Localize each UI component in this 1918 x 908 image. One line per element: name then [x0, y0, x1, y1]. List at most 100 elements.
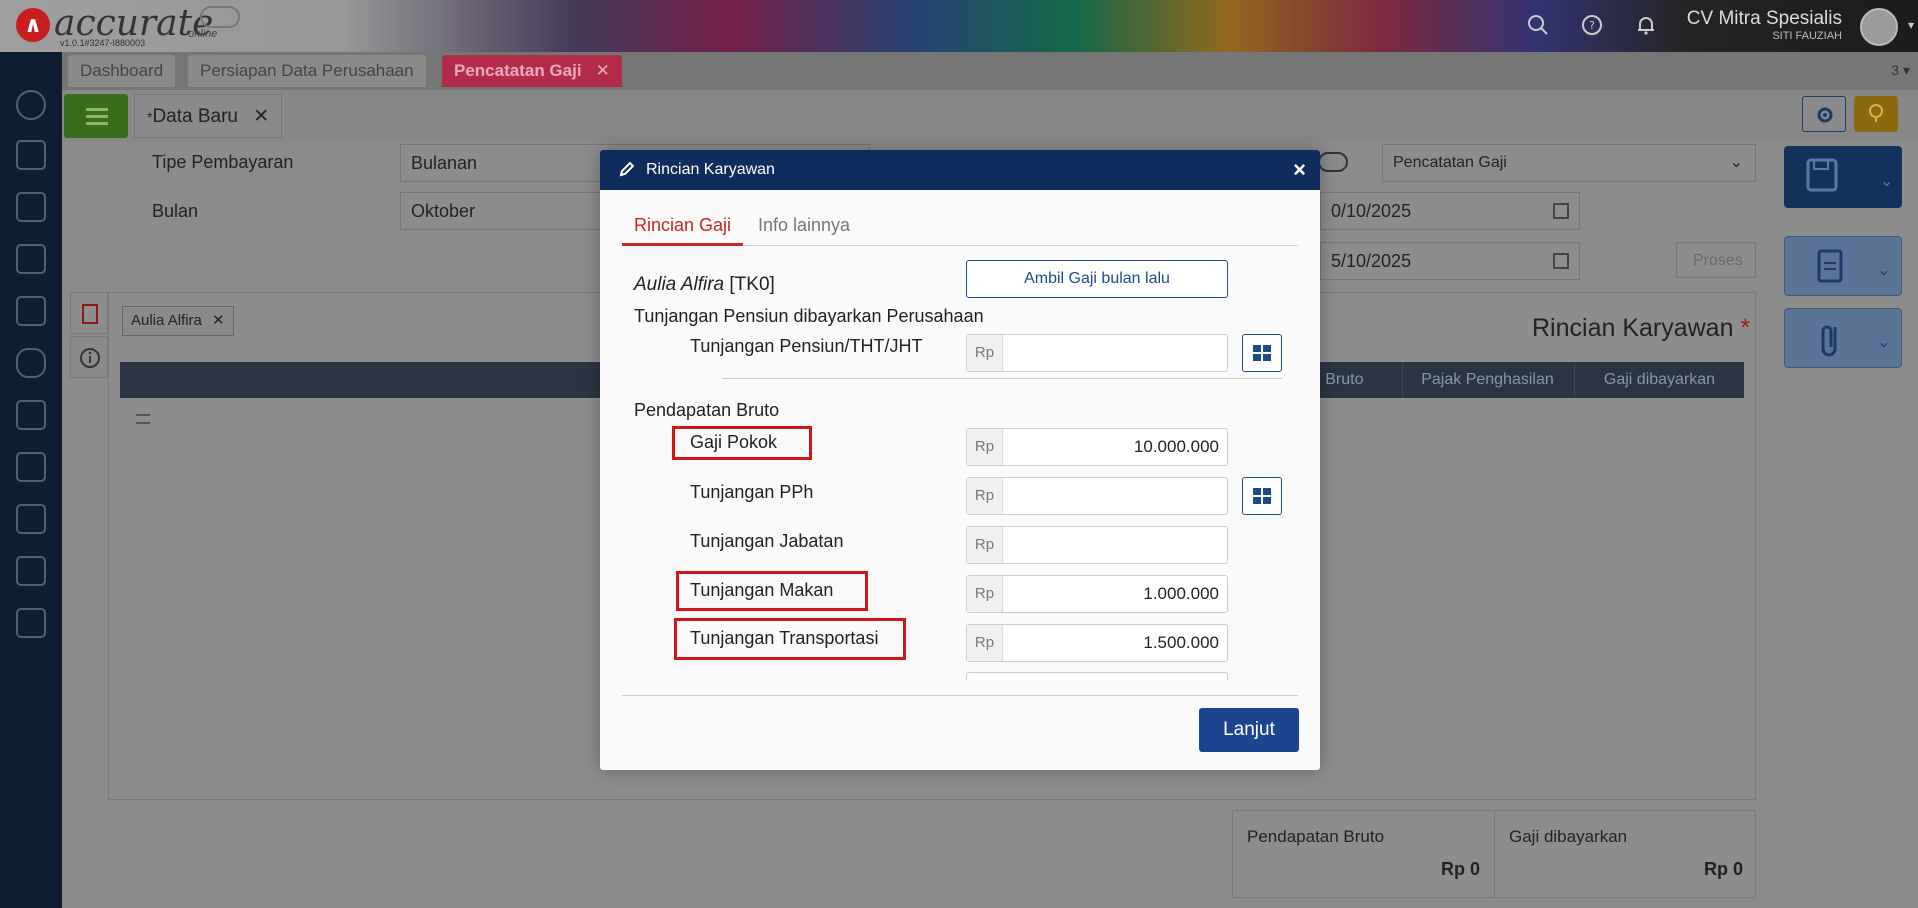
section-bruto: Pendapatan Bruto: [634, 400, 780, 420]
tunjangan-transportasi-value: 1.500.000: [1143, 633, 1219, 652]
lanjut-button[interactable]: Lanjut: [1199, 708, 1299, 752]
money-bag-icon[interactable]: [16, 348, 46, 378]
summary-dibayarkan-value: Rp 0: [1703, 859, 1743, 879]
summary-bruto-label: Pendapatan Bruto: [1247, 827, 1385, 846]
detail-tab-icon[interactable]: [70, 292, 108, 334]
factory-icon[interactable]: [16, 504, 46, 534]
footer-divider: [622, 695, 1298, 696]
calculator-button[interactable]: [1242, 334, 1282, 372]
gear-icon[interactable]: [1802, 96, 1846, 132]
template-value: Pencatatan Gaji: [1393, 154, 1507, 171]
modal-body: Aulia Alfira [TK0] Ambil Gaji bulan lalu…: [622, 250, 1298, 680]
svg-text:⌄: ⌄: [1880, 171, 1893, 190]
calendar-icon[interactable]: [1553, 203, 1569, 219]
proses-button[interactable]: Proses: [1676, 242, 1756, 278]
cloud-icon: [200, 6, 240, 28]
book-icon[interactable]: [16, 244, 46, 274]
company-name: CV Mitra Spesialis: [1686, 8, 1842, 29]
calculator-icon: [1253, 488, 1271, 504]
tab-count[interactable]: 3 ▾: [1891, 62, 1910, 79]
tunjangan-pph-input[interactable]: Rp: [966, 477, 1228, 515]
field-label-gaji-pokok: Gaji Pokok: [690, 432, 778, 452]
employee-name-text: Aulia Alfira: [634, 274, 725, 295]
brand-suffix: online: [188, 28, 218, 40]
field-label-pensiun: Tunjangan Pensiun/THT/JHT: [690, 336, 923, 356]
purchase-icon[interactable]: [16, 452, 46, 482]
summary-panel: Pendapatan Bruto Rp 0 Gaji dibayarkan Rp…: [1232, 810, 1756, 899]
currency-prefix: Rp: [967, 576, 1003, 612]
tab-label: Pencatatan Gaji: [454, 61, 582, 80]
tab-rincian-gaji[interactable]: Rincian Gaji: [622, 204, 744, 246]
grid-menu-icon[interactable]: [136, 414, 150, 424]
app-version: v1.0.1#3247-I880003: [60, 38, 146, 48]
tab-info-lainnya[interactable]: Info lainnya: [746, 204, 862, 246]
avatar[interactable]: [1860, 8, 1898, 46]
tab-pencatatan-gaji[interactable]: Pencatatan Gaji ✕: [442, 55, 622, 87]
lightbulb-icon[interactable]: [1854, 96, 1898, 132]
currency-prefix: Rp: [967, 478, 1003, 514]
chevron-down-icon: ⌄: [1729, 154, 1743, 171]
rincian-karyawan-modal: Rincian Karyawan × Rincian Gaji Info lai…: [600, 150, 1320, 770]
employee-chip[interactable]: Aulia Alfira ✕: [122, 306, 234, 336]
svg-text:?: ?: [1589, 19, 1595, 32]
close-icon[interactable]: ✕: [253, 106, 269, 127]
attachment-button[interactable]: ⌄: [1784, 308, 1902, 368]
bank-icon[interactable]: [16, 296, 46, 326]
date-value-1: 0/10/2025: [1331, 201, 1412, 221]
calculator-icon: [1253, 345, 1271, 361]
save-button[interactable]: ⌄: [1784, 146, 1902, 208]
tunjangan-makan-input[interactable]: Rp 1.000.000: [966, 575, 1228, 613]
sub-toolbar: *Data Baru ✕: [62, 90, 1918, 142]
doc-tab-label: Data Baru: [152, 106, 238, 127]
close-icon[interactable]: ✕: [212, 312, 225, 329]
chevron-down-icon[interactable]: ▾: [1908, 18, 1914, 32]
field-label-tunjangan-transportasi: Tunjangan Transportasi: [690, 628, 879, 648]
info-icon[interactable]: [70, 336, 108, 378]
summary-bruto-value: Rp 0: [1440, 859, 1480, 879]
calendar-icon[interactable]: [1553, 253, 1569, 269]
tunjangan-transportasi-input[interactable]: Rp 1.500.000: [966, 624, 1228, 662]
grid-col-pajak[interactable]: Pajak Penghasilan: [1402, 362, 1572, 398]
inventory-icon[interactable]: [16, 140, 46, 170]
pensiun-input[interactable]: Rp: [966, 334, 1228, 372]
doc-tab-data-baru[interactable]: *Data Baru ✕: [134, 94, 283, 138]
tunjangan-makan-value: 1.000.000: [1143, 584, 1219, 603]
settings-icon[interactable]: [16, 90, 46, 120]
building-icon[interactable]: [16, 192, 46, 222]
document-button[interactable]: ⌄: [1784, 236, 1902, 296]
currency-prefix: Rp: [967, 429, 1003, 465]
gaji-pokok-value: 10.000.000: [1133, 437, 1219, 456]
help-icon[interactable]: ?: [1580, 14, 1604, 38]
toggle-switch[interactable]: [1318, 152, 1348, 172]
section-divider: [722, 378, 1282, 379]
currency-prefix: Rp: [967, 335, 1003, 371]
date-field-2[interactable]: 5/10/2025: [1320, 242, 1580, 280]
field-label-tunjangan-pph: Tunjangan PPh: [690, 482, 814, 502]
company-info[interactable]: CV Mitra Spesialis SITI FAUZIAH: [1687, 8, 1842, 42]
tax-icon[interactable]: [16, 556, 46, 586]
date-field-1[interactable]: 0/10/2025: [1320, 192, 1580, 230]
list-icon[interactable]: [64, 94, 128, 138]
search-icon[interactable]: [1526, 14, 1550, 38]
template-select[interactable]: Pencatatan Gaji ⌄: [1382, 144, 1756, 182]
calculator-button[interactable]: [1242, 477, 1282, 515]
currency-prefix: Rp: [967, 527, 1003, 563]
panel-title: Rincian Karyawan *: [1532, 314, 1750, 343]
modal-tabs: Rincian Gaji Info lainnya: [622, 204, 1298, 246]
grid-col-gaji-dibayarkan[interactable]: Gaji dibayarkan: [1574, 362, 1744, 398]
close-icon[interactable]: ×: [1293, 150, 1306, 190]
cart-icon[interactable]: [16, 400, 46, 430]
tipe-pembayaran-label: Tipe Pembayaran: [152, 152, 294, 172]
tab-dashboard[interactable]: Dashboard: [68, 55, 176, 87]
field-label-tunjangan-jabatan: Tunjangan Jabatan: [690, 531, 844, 551]
ambil-gaji-button[interactable]: Ambil Gaji bulan lalu: [966, 260, 1228, 298]
bell-icon[interactable]: [1634, 14, 1658, 38]
svg-text:⌄: ⌄: [1877, 332, 1890, 351]
tunjangan-jabatan-input[interactable]: Rp: [966, 526, 1228, 564]
gaji-pokok-input[interactable]: Rp 10.000.000: [966, 428, 1228, 466]
close-icon[interactable]: ✕: [596, 61, 610, 80]
tab-persiapan-data[interactable]: Persiapan Data Perusahaan: [188, 55, 426, 87]
next-field-input-partial[interactable]: [966, 672, 1228, 680]
report-icon[interactable]: [16, 608, 46, 638]
summary-dibayarkan-label: Gaji dibayarkan: [1509, 827, 1628, 846]
